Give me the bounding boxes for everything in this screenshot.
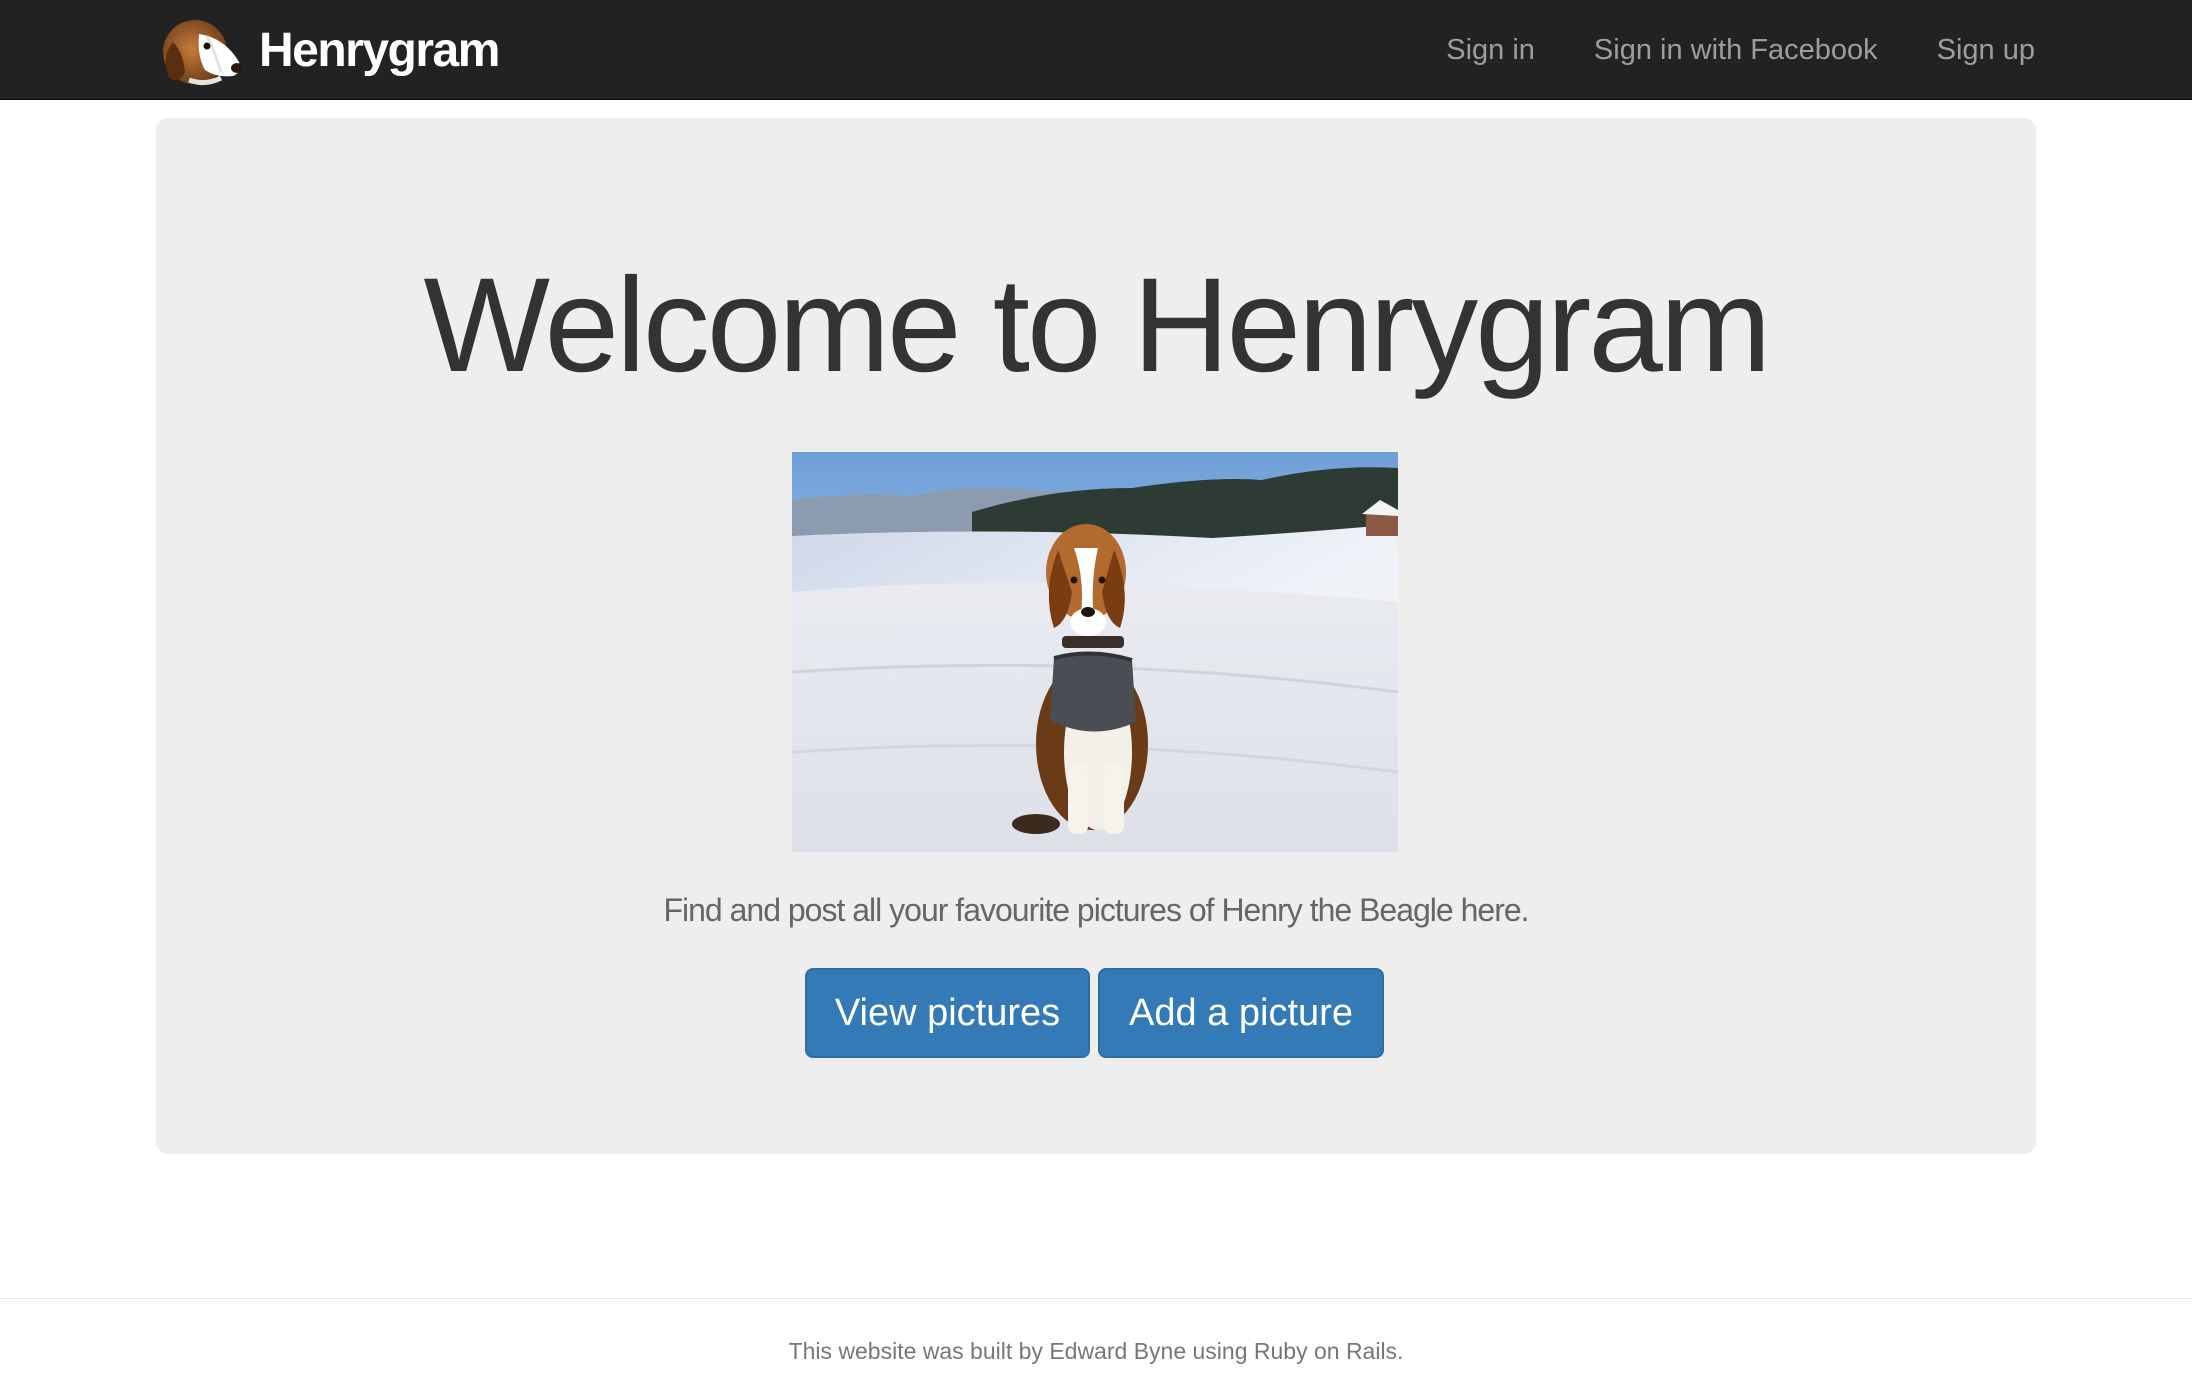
brand-link[interactable]: Henrygram xyxy=(155,12,500,88)
add-picture-button[interactable]: Add a picture xyxy=(1098,968,1384,1058)
tagline: Find and post all your favourite picture… xyxy=(663,892,1529,928)
page-title: Welcome to Henrygram xyxy=(423,251,1772,400)
footer-text: This website was built by Edward Byne us… xyxy=(788,1338,1404,1364)
sign-in-facebook-link[interactable]: Sign in with Facebook xyxy=(1594,34,1878,67)
nav-links: Sign in Sign in with Facebook Sign up xyxy=(1446,0,2035,100)
beagle-in-snow-photo-icon xyxy=(792,452,1398,852)
sign-in-link[interactable]: Sign in xyxy=(1446,34,1535,67)
view-pictures-button[interactable]: View pictures xyxy=(805,968,1090,1058)
brand-name: Henrygram xyxy=(259,23,500,77)
beagle-head-logo-icon xyxy=(163,20,243,86)
sign-up-link[interactable]: Sign up xyxy=(1937,34,2035,67)
footer-divider xyxy=(0,1298,2192,1299)
top-navbar: Henrygram Sign in Sign in with Facebook … xyxy=(0,0,2192,100)
